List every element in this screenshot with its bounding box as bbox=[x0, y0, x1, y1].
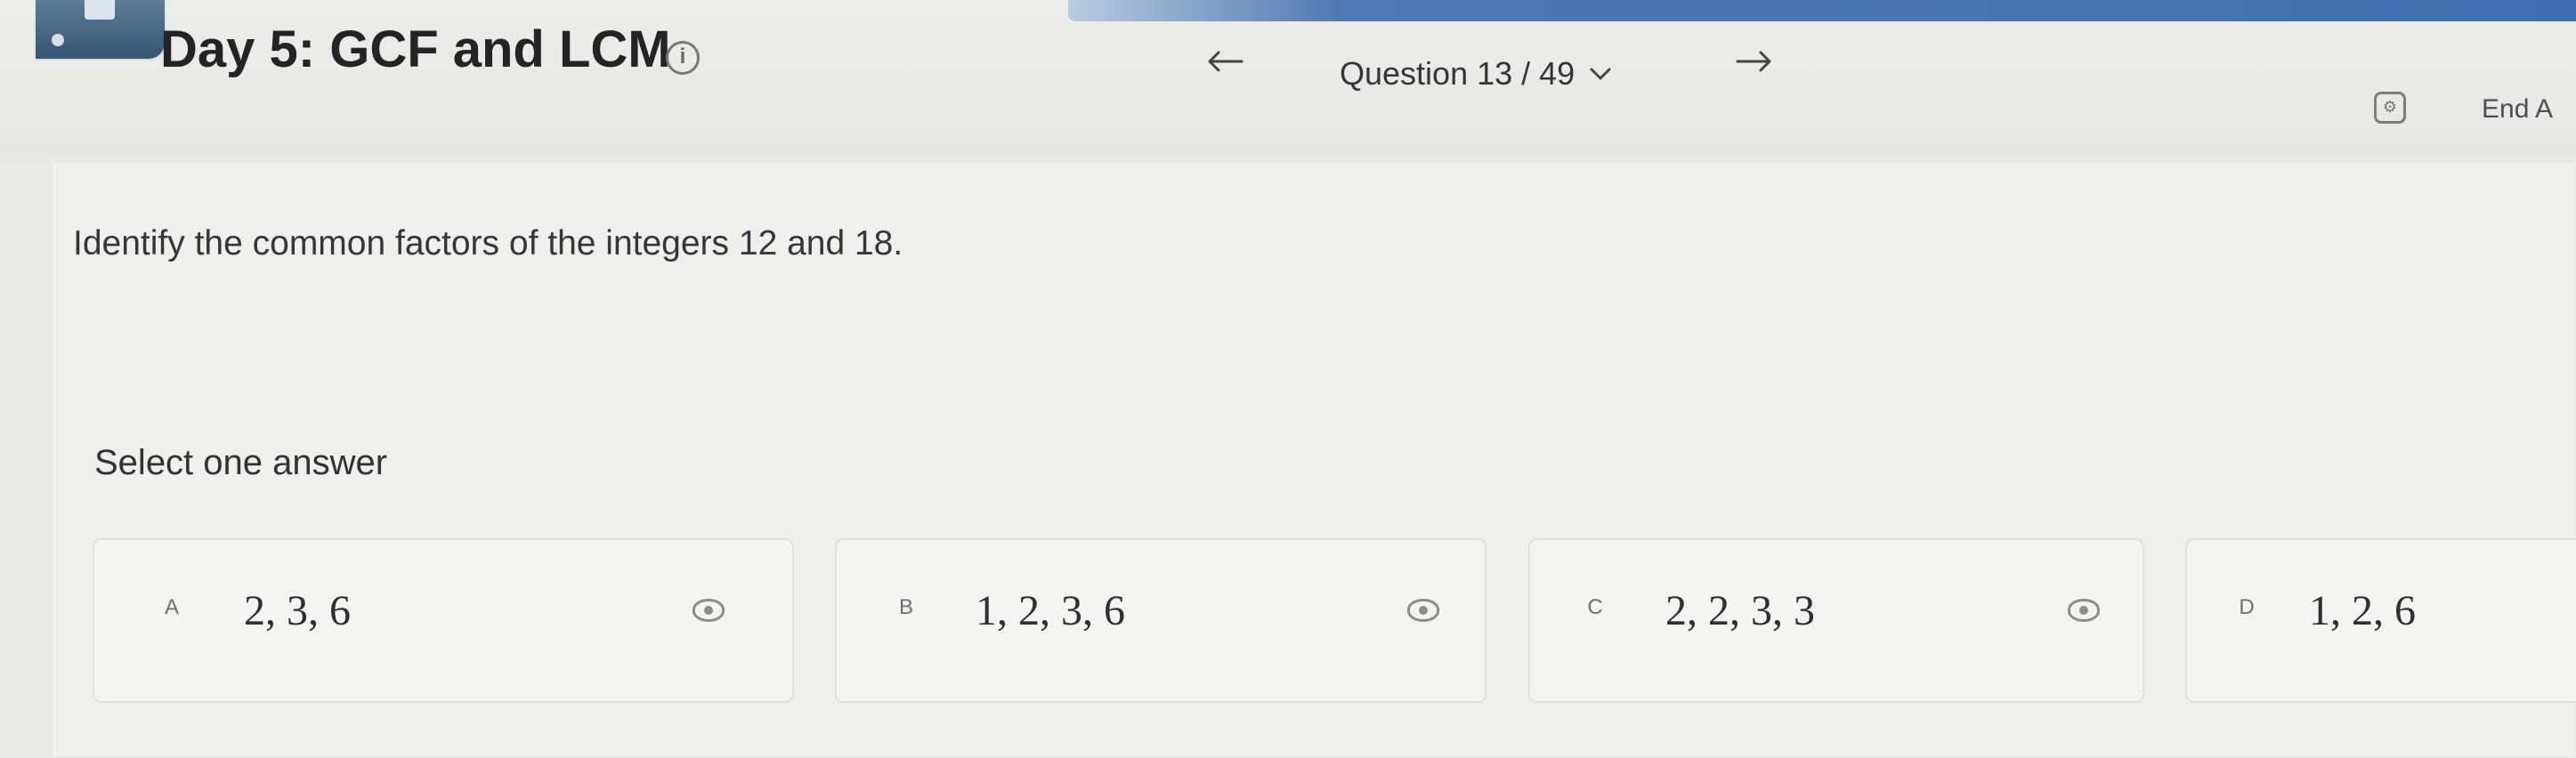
answer-value-d: 1, 2, 6 bbox=[2309, 587, 2416, 634]
eye-icon[interactable] bbox=[1407, 599, 1439, 622]
info-icon[interactable]: i bbox=[666, 41, 700, 75]
header-accent-strip bbox=[1068, 0, 2576, 21]
chevron-down-icon bbox=[1590, 68, 1611, 80]
question-selector[interactable]: Question 13 / 49 bbox=[1340, 55, 1612, 93]
question-counter: Question 13 / 49 bbox=[1340, 55, 1576, 92]
answer-letter-c: C bbox=[1587, 595, 1603, 619]
question-prompt: Identify the common factors of the integ… bbox=[73, 224, 903, 262]
answer-letter-d: D bbox=[2239, 595, 2255, 619]
answer-letter-a: A bbox=[164, 595, 179, 619]
arrow-right-icon[interactable] bbox=[1736, 48, 1773, 75]
page-title: Day 5: GCF and LCM bbox=[160, 20, 671, 78]
eye-icon[interactable] bbox=[693, 599, 725, 622]
answer-value-b: 1, 2, 3, 6 bbox=[976, 587, 1125, 634]
eye-icon[interactable] bbox=[2068, 599, 2100, 622]
end-button[interactable]: End A bbox=[2482, 94, 2553, 125]
answer-value-a: 2, 3, 6 bbox=[244, 587, 351, 634]
answer-value-c: 2, 2, 3, 3 bbox=[1665, 587, 1815, 634]
answer-options: A 2, 3, 6 B 1, 2, 3, 6 C 2, 2, 3, 3 D 1,… bbox=[0, 538, 2576, 707]
answer-option-d[interactable]: D 1, 2, 6 bbox=[2185, 538, 2576, 703]
settings-icon[interactable]: ⚙ bbox=[2374, 92, 2406, 124]
answer-option-a[interactable]: A 2, 3, 6 bbox=[93, 538, 794, 703]
app-logo bbox=[36, 0, 165, 59]
answer-option-b[interactable]: B 1, 2, 3, 6 bbox=[835, 538, 1486, 703]
logo-mark bbox=[85, 0, 115, 20]
answer-option-c[interactable]: C 2, 2, 3, 3 bbox=[1528, 538, 2144, 703]
logo-dot bbox=[52, 34, 64, 46]
answer-letter-b: B bbox=[898, 595, 913, 619]
arrow-left-icon[interactable] bbox=[1206, 48, 1243, 75]
answer-instruction: Select one answer bbox=[94, 443, 388, 482]
